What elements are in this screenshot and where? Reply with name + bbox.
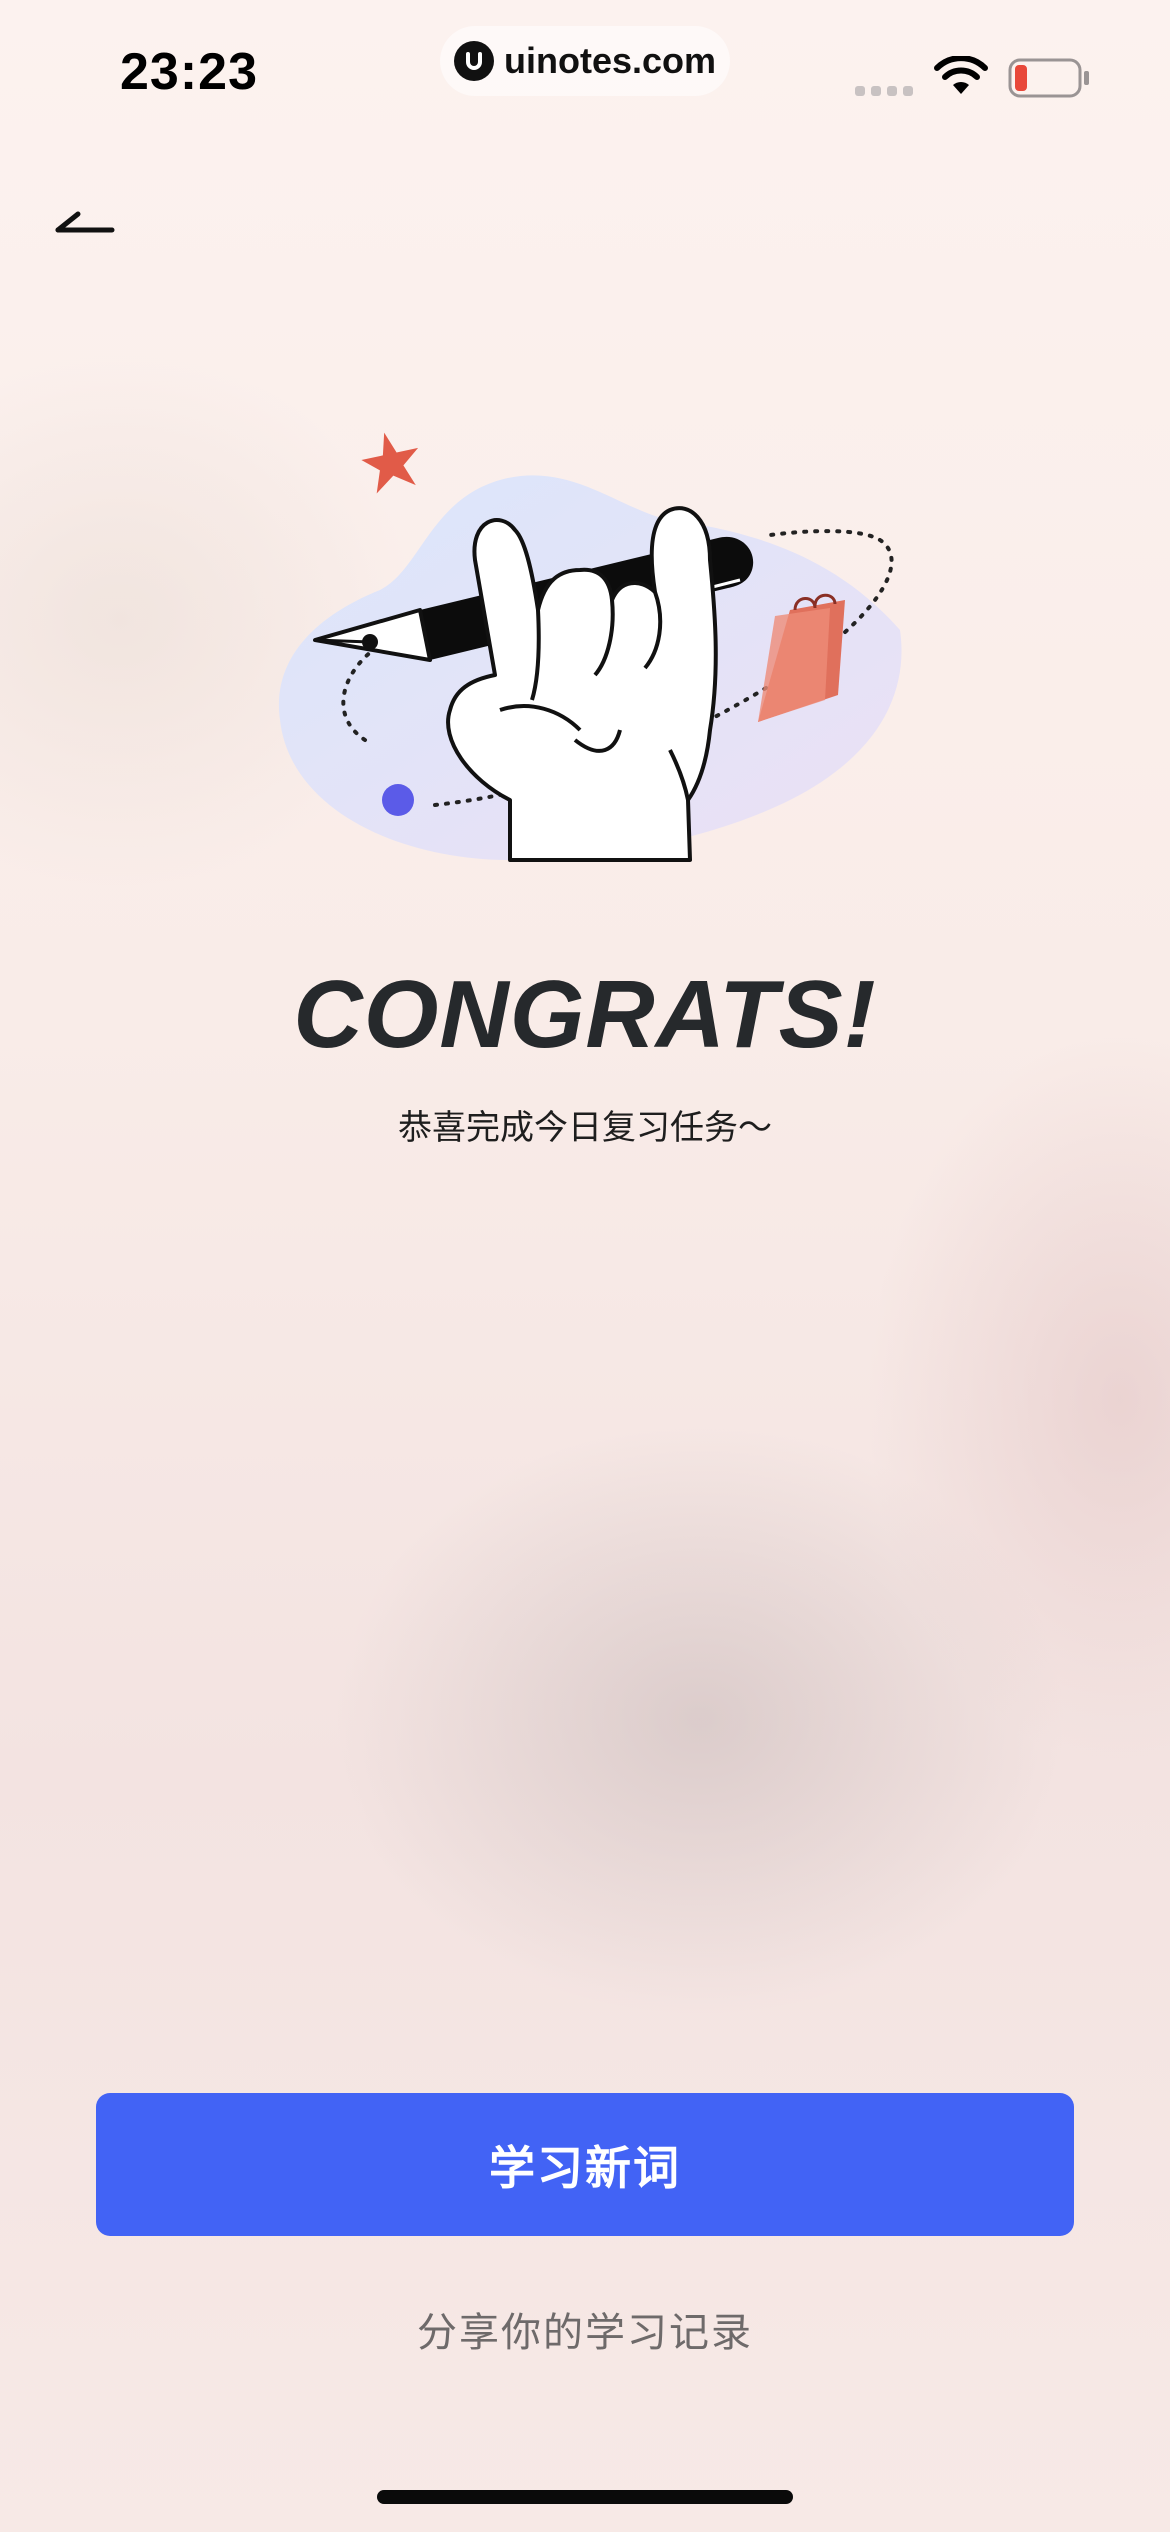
congrats-subtitle: 恭喜完成今日复习任务～ <box>398 1108 772 1148</box>
cellular-signal-icon <box>855 86 913 96</box>
arrow-left-icon <box>55 211 115 233</box>
hand-holding-pen-illustration <box>270 410 910 880</box>
congrats-title: CONGRATS! <box>293 961 877 1068</box>
learn-new-words-button[interactable]: 学习新词 <box>96 2093 1074 2236</box>
wifi-icon <box>934 55 988 100</box>
site-logo-icon <box>453 41 494 81</box>
home-indicator[interactable] <box>377 2490 793 2504</box>
status-time: 23:23 <box>120 43 258 101</box>
url-text: uinotes.com <box>503 40 717 81</box>
back-button[interactable] <box>50 196 120 246</box>
url-pill[interactable]: uinotes.com <box>440 26 730 96</box>
battery-icon <box>1008 58 1090 102</box>
share-study-record-link[interactable]: 分享你的学习记录 <box>0 2300 1170 2358</box>
status-bar: 23:23 uinotes.com <box>0 0 1170 150</box>
